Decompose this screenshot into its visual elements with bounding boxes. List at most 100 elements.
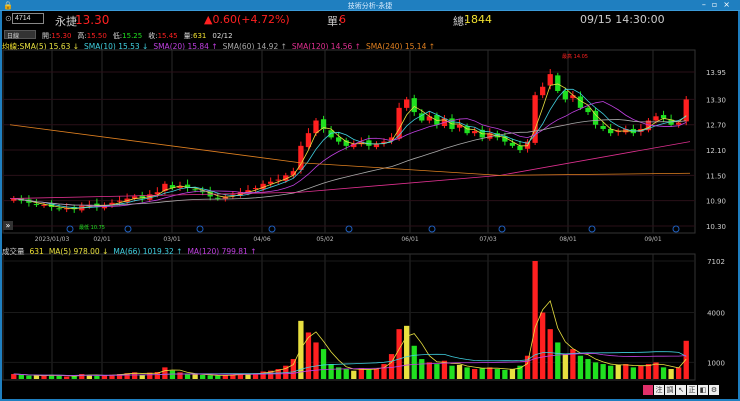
x-tick-label: 04/06: [253, 236, 270, 243]
volume-bar: [101, 375, 108, 379]
volume-bar: [192, 374, 198, 379]
event-marker-icon: [268, 225, 276, 233]
volume-bar: [623, 364, 629, 379]
volume-bar: [64, 376, 70, 379]
volume-bar: [169, 370, 176, 379]
volume-bar: [434, 364, 440, 379]
draw-icon[interactable]: [643, 385, 653, 395]
x-tick-label: 03/01: [163, 236, 180, 243]
volume-legend-value: 631: [29, 247, 44, 256]
candle: [336, 137, 342, 142]
volume-bar: [419, 359, 425, 379]
volume-tick-label: 1000: [707, 359, 725, 367]
cursor-icon[interactable]: ↖: [676, 385, 686, 395]
candle: [585, 107, 591, 113]
fix-icon[interactable]: 正: [687, 385, 697, 395]
candle: [252, 188, 259, 190]
volume-bar: [464, 367, 470, 379]
candle: [56, 208, 62, 210]
y-tick-label: 12.10: [706, 147, 726, 155]
volume-bar: [404, 325, 410, 379]
volume-bar: [660, 367, 667, 379]
event-marker-icon: [672, 225, 680, 233]
candle: [653, 116, 659, 121]
event-marker-icon: [498, 225, 506, 233]
volume-bar: [18, 374, 24, 379]
volume-bar: [33, 375, 40, 379]
volume-bar: [426, 362, 432, 379]
expand-button[interactable]: »: [3, 221, 13, 230]
chart-toolbar: 注 調 ↖ 正 ◧ ⚙: [643, 385, 719, 395]
volume-bar: [540, 312, 546, 379]
gear-icon[interactable]: ⚙: [709, 385, 719, 395]
volume-bar: [200, 374, 206, 379]
volume-bar: [479, 368, 485, 379]
volume-bar: [547, 329, 553, 379]
y-tick-label: 11.50: [706, 172, 726, 180]
volume-bar: [215, 375, 221, 379]
volume-bar: [351, 370, 357, 379]
event-marker-icon: [345, 225, 353, 233]
volume-bar: [608, 365, 614, 379]
volume-bar: [472, 369, 478, 379]
x-tick-label: 05/02: [316, 236, 333, 243]
volume-bar: [56, 375, 62, 379]
volume-bar: [411, 345, 417, 379]
volume-bar: [245, 374, 251, 379]
candle: [517, 145, 523, 151]
candle: [215, 197, 221, 199]
volume-bar: [11, 374, 17, 379]
sma10-line: [13, 88, 687, 209]
legend-vol-ma66: MA(66) 1019.32 ↑: [113, 247, 183, 256]
volume-tick-label: 7102: [707, 258, 725, 266]
y-tick-label: 13.30: [706, 96, 726, 104]
candle: [600, 126, 606, 129]
volume-tick-label: 4000: [707, 310, 725, 318]
candle: [116, 200, 123, 202]
candle: [275, 179, 281, 181]
volume-bar: [517, 365, 523, 379]
volume-bar: [509, 369, 516, 379]
volume-bar: [638, 365, 644, 379]
volume-bar: [532, 261, 538, 379]
candle: [676, 122, 682, 125]
volume-bar: [683, 340, 689, 379]
volume-bar: [41, 376, 47, 379]
adjust-icon[interactable]: 調: [665, 385, 675, 395]
candle: [555, 75, 561, 91]
y-tick-label: 10.30: [706, 223, 726, 231]
candle: [192, 189, 198, 191]
volume-bar: [207, 375, 213, 379]
volume-bar: [592, 362, 599, 379]
layout-icon[interactable]: ◧: [698, 385, 708, 395]
candle: [33, 204, 40, 206]
note-icon[interactable]: 注: [654, 385, 664, 395]
candle: [313, 120, 319, 134]
volume-bar: [328, 364, 334, 379]
legend-vol-ma5: MA(5) 978.00 ↓: [48, 247, 109, 256]
candle: [328, 130, 334, 138]
y-tick-label: 10.90: [706, 198, 726, 206]
price-volume-chart[interactable]: 2023/01/03 02/01 03/01 04/06 05/02 06/01 07/03…: [0, 0, 740, 401]
volume-bar: [177, 372, 183, 379]
event-marker-icon: [588, 225, 596, 233]
high-annotation: 最高 14.05: [562, 53, 588, 60]
candle: [509, 142, 516, 146]
candle: [404, 99, 410, 108]
candle: [683, 99, 689, 122]
volume-bar: [290, 359, 296, 379]
candle: [562, 90, 568, 100]
volume-bar: [396, 329, 402, 379]
volume-bar: [366, 369, 372, 379]
candle: [396, 107, 402, 139]
volume-bar: [313, 342, 319, 379]
x-tick-label: 09/01: [644, 236, 661, 243]
volume-bar: [26, 375, 32, 379]
volume-bar: [343, 369, 349, 379]
candle: [547, 74, 553, 86]
volume-bar: [305, 332, 312, 379]
event-marker-icon: [196, 225, 204, 233]
legend-vol-ma120: MA(120) 799.81 ↑: [187, 247, 257, 256]
volume-bar: [449, 365, 455, 379]
volume-bar: [358, 368, 364, 379]
